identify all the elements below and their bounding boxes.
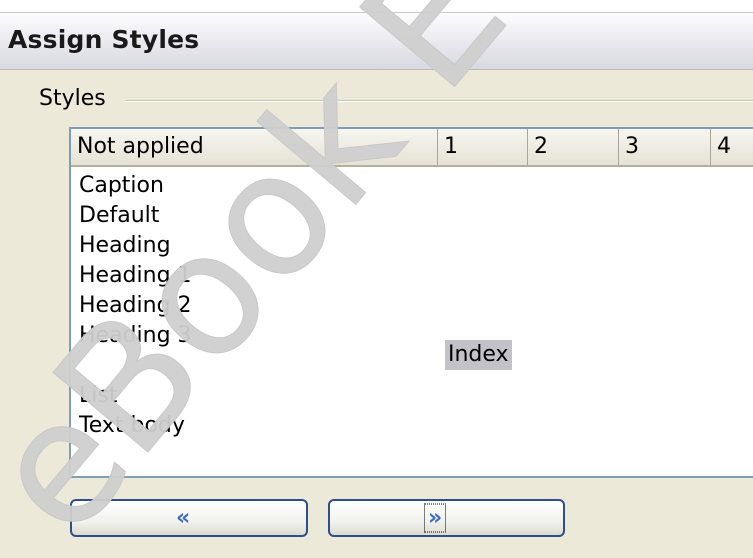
double-chevron-left-icon: « (176, 505, 190, 531)
list-item[interactable]: Caption (79, 171, 192, 201)
title-bar: Assign Styles (0, 12, 753, 70)
group-divider (125, 100, 753, 102)
list-item[interactable]: Heading (79, 231, 192, 261)
list-item[interactable]: List (79, 381, 192, 411)
column-4[interactable]: 4 (711, 129, 753, 165)
list-item[interactable]: Heading 1 (79, 261, 192, 291)
styles-group-label-text: Styles (39, 86, 106, 111)
move-left-button[interactable]: « (70, 499, 308, 537)
style-list: Caption Default Heading Heading 1 Headin… (79, 171, 192, 441)
column-not-applied[interactable]: Not applied (71, 129, 438, 165)
list-item[interactable]: Heading 2 (79, 291, 192, 321)
dialog-panel: Styles Not applied 1 2 3 4 Caption Defau… (0, 70, 753, 558)
styles-group-label: Styles (39, 86, 106, 111)
column-1[interactable]: 1 (438, 129, 528, 165)
double-chevron-right-icon: » (423, 503, 447, 533)
move-right-button[interactable]: » (328, 499, 565, 537)
column-3[interactable]: 3 (619, 129, 711, 165)
listbox-header: Not applied 1 2 3 4 (71, 129, 753, 167)
styles-listbox[interactable]: Not applied 1 2 3 4 Caption Default Head… (69, 127, 753, 478)
index-selected-cell[interactable]: Index (445, 340, 512, 370)
list-item[interactable]: Heading 3 (79, 321, 192, 351)
column-2[interactable]: 2 (528, 129, 619, 165)
dialog-title: Assign Styles (8, 25, 200, 54)
list-item[interactable]: Default (79, 201, 192, 231)
list-item[interactable]: Text body (79, 411, 192, 441)
list-item[interactable] (79, 351, 192, 381)
assign-styles-dialog: Assign Styles Styles Not applied 1 2 3 4… (0, 0, 753, 558)
